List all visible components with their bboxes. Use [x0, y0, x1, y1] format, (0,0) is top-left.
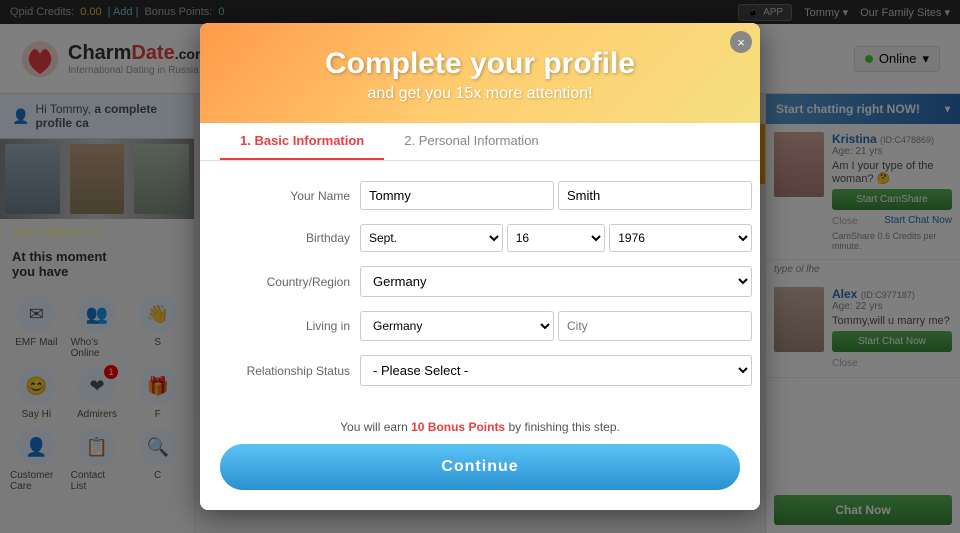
modal-title: Complete your profile	[220, 47, 740, 81]
name-inputs	[360, 181, 752, 210]
birthday-row: Birthday Sept. 16 1976	[220, 224, 752, 252]
modal-tab-basic[interactable]: 1. Basic Information	[220, 123, 384, 160]
modal-subtitle: and get you 15x more attention!	[220, 85, 740, 103]
name-row: Your Name	[220, 181, 752, 210]
country-row: Country/Region Germany	[220, 266, 752, 297]
continue-button[interactable]: Continue	[220, 444, 740, 490]
modal-overlay: Complete your profile and get you 15x mo…	[0, 0, 960, 533]
living-region-select[interactable]: Germany	[360, 311, 554, 341]
birthday-label: Birthday	[220, 231, 350, 245]
modal-header: Complete your profile and get you 15x mo…	[200, 23, 760, 123]
first-name-input[interactable]	[360, 181, 554, 210]
living-row: Living in Germany	[220, 311, 752, 341]
name-label: Your Name	[220, 189, 350, 203]
relationship-row: Relationship Status - Please Select - Si…	[220, 355, 752, 386]
relationship-label: Relationship Status	[220, 364, 350, 378]
bonus-text-prefix: You will earn	[340, 420, 408, 434]
last-name-input[interactable]	[558, 181, 752, 210]
bonus-amount-value: 10 Bonus Points	[411, 420, 505, 434]
complete-profile-modal: Complete your profile and get you 15x mo…	[200, 23, 760, 510]
relationship-select[interactable]: - Please Select - Single Divorced Widowe…	[360, 355, 752, 386]
country-label: Country/Region	[220, 275, 350, 289]
modal-form: Your Name Birthday Sept. 16	[220, 181, 752, 400]
birthday-month-select[interactable]: Sept.	[360, 224, 503, 252]
country-select[interactable]: Germany	[360, 266, 752, 297]
birthday-year-select[interactable]: 1976	[609, 224, 752, 252]
bonus-note: You will earn 10 Bonus Points by finishi…	[200, 420, 760, 444]
living-city-input[interactable]	[558, 311, 752, 341]
bonus-suffix: by finishing this step.	[508, 420, 619, 434]
modal-body: Your Name Birthday Sept. 16	[200, 161, 760, 420]
living-inputs: Germany	[360, 311, 752, 341]
birthday-day-select[interactable]: 16	[507, 224, 606, 252]
birthday-inputs: Sept. 16 1976	[360, 224, 752, 252]
living-label: Living in	[220, 319, 350, 333]
modal-tabs: 1. Basic Information 2. Personal Informa…	[200, 123, 760, 161]
modal-close-button[interactable]: ×	[730, 31, 752, 53]
modal-tab-personal[interactable]: 2. Personal Information	[384, 123, 558, 160]
